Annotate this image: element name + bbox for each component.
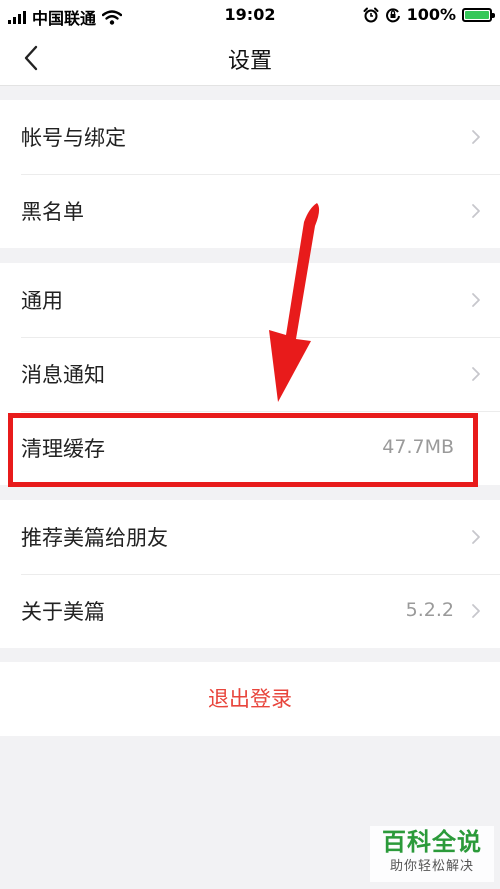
settings-item-label: 帐号与绑定 [21,126,126,150]
settings-item-label: 推荐美篇给朋友 [21,526,168,550]
chevron-right-icon [472,530,480,544]
page-title: 设置 [227,49,272,74]
nav-bar: 设置 [0,30,500,86]
alarm-icon [363,7,379,22]
orientation-lock-icon [385,7,400,22]
watermark-logo: 百科全说 助你轻松解决 [370,826,494,882]
settings-group-account: 帐号与绑定 黑名单 [0,100,500,248]
chevron-right-icon [472,130,480,144]
chevron-right-icon [472,604,480,618]
settings-item-label: 清理缓存 [21,437,105,461]
battery-percent: 100% [406,5,456,24]
settings-item-blacklist[interactable]: 黑名单 [0,174,500,248]
settings-item-recommend[interactable]: 推荐美篇给朋友 [0,500,500,574]
logout-button[interactable]: 退出登录 [0,662,500,736]
cache-size-value: 47.7MB [382,436,454,458]
chevron-right-icon [472,367,480,381]
watermark-title: 百科全说 [382,828,482,856]
version-value: 5.2.2 [405,599,454,621]
watermark-subtitle: 助你轻松解决 [389,859,474,874]
battery-fill [465,10,489,19]
settings-item-general[interactable]: 通用 [0,263,500,337]
settings-item-clear-cache[interactable]: 清理缓存 47.7MB [0,411,500,485]
chevron-right-icon [472,204,480,218]
status-bar: 中国联通 19:02 100% [0,0,500,30]
settings-item-account-binding[interactable]: 帐号与绑定 [0,100,500,174]
settings-item-about[interactable]: 关于美篇 5.2.2 [0,574,500,648]
battery-icon [462,7,495,22]
settings-item-notifications[interactable]: 消息通知 [0,337,500,411]
settings-group-about: 推荐美篇给朋友 关于美篇 5.2.2 [0,500,500,648]
chevron-right-icon [472,293,480,307]
settings-item-label: 黑名单 [21,200,84,224]
settings-item-label: 关于美篇 [21,600,105,624]
settings-item-label: 通用 [21,289,63,313]
settings-item-label: 消息通知 [21,363,105,387]
settings-group-general: 通用 消息通知 清理缓存 47.7MB [0,263,500,485]
status-right: 100% [363,5,495,24]
